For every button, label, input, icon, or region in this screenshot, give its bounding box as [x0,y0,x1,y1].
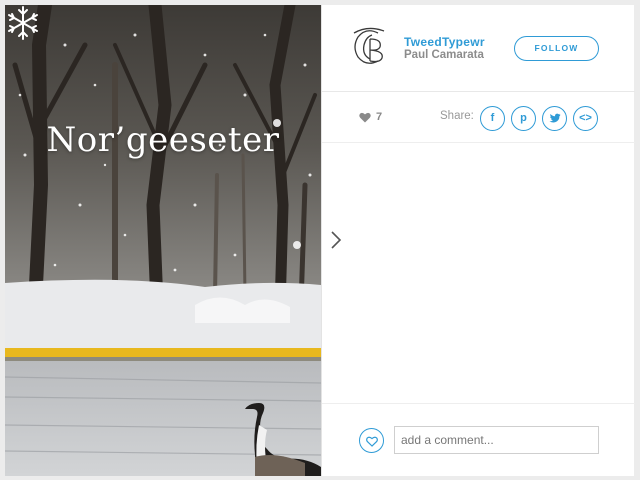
facebook-share-button[interactable]: f [480,106,505,131]
heart-outline-icon [366,436,378,447]
heart-icon[interactable] [359,112,371,123]
twitter-bird-icon [549,113,561,123]
real-name: Paul Camarata [404,49,484,61]
snowy-scene-image [5,5,321,476]
header-divider [322,91,635,92]
twitter-share-button[interactable] [542,106,567,131]
comment-like-button[interactable] [359,428,384,453]
pinterest-share-button[interactable]: p [511,106,536,131]
post-details-panel: TweedTypewr Paul Camarata FOLLOW 7 Share… [321,5,635,476]
chevron-right-icon[interactable] [330,230,342,250]
snowflake-icon [8,6,38,40]
follow-button[interactable]: FOLLOW [514,36,599,61]
comment-divider [322,403,635,404]
like-count: 7 [376,111,383,123]
username-link[interactable]: TweedTypewr [404,35,485,49]
stats-divider [322,142,635,143]
page-frame: Nor’geeseter TweedTypewr Paul Camarata F… [0,0,640,480]
embed-share-button[interactable]: <> [573,106,598,131]
photo-title: Nor’geeseter [46,120,280,160]
share-label: Share: [440,110,474,122]
post-photo[interactable]: Nor’geeseter [5,5,321,476]
avatar[interactable] [348,25,392,69]
comment-input[interactable] [394,426,599,454]
